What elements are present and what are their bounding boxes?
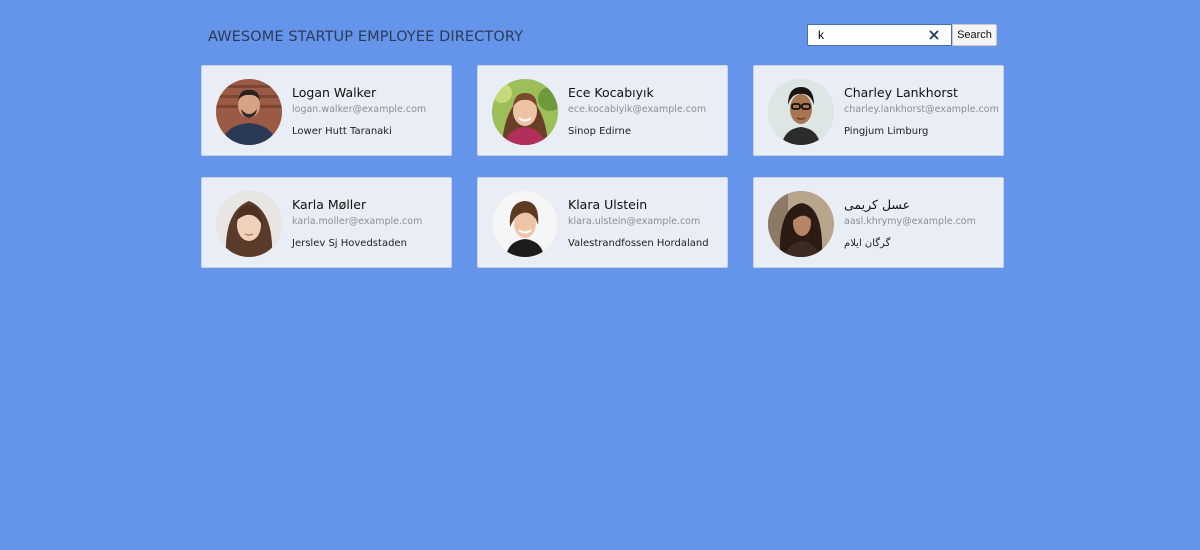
employee-email: klara.ulstein@example.com bbox=[568, 216, 701, 227]
employee-card[interactable]: Logan Walker logan.walker@example.com Lo… bbox=[201, 65, 452, 156]
employee-location: Valestrandfossen Hordaland bbox=[568, 238, 709, 249]
employee-name: Ece Kocabıyık bbox=[568, 85, 654, 100]
employee-card[interactable]: Charley Lankhorst charley.lankhorst@exam… bbox=[753, 65, 1004, 156]
employee-email: ece.kocabiyik@example.com bbox=[568, 104, 707, 115]
employee-location: Pingjum Limburg bbox=[844, 126, 929, 137]
search-bar: Search bbox=[807, 24, 997, 46]
employee-email: logan.walker@example.com bbox=[292, 104, 427, 115]
employee-card[interactable]: عسل کریمی aasl.khrymy@example.com گرگان … bbox=[753, 177, 1004, 268]
employee-name: عسل کریمی bbox=[844, 197, 911, 212]
search-button[interactable]: Search bbox=[952, 24, 997, 46]
search-input-box bbox=[807, 24, 952, 46]
employee-name: Klara Ulstein bbox=[568, 197, 648, 212]
employee-card[interactable]: Karla Møller karla.moller@example.com Je… bbox=[201, 177, 452, 268]
avatar bbox=[216, 79, 282, 145]
employee-email: charley.lankhorst@example.com bbox=[844, 104, 999, 115]
employee-name: Logan Walker bbox=[292, 85, 377, 100]
employee-location: Sinop Edirne bbox=[568, 126, 631, 137]
employee-name: Charley Lankhorst bbox=[844, 85, 958, 100]
search-input[interactable] bbox=[808, 25, 926, 45]
employee-card[interactable]: Ece Kocabıyık ece.kocabiyik@example.com … bbox=[477, 65, 728, 156]
employee-location: Jerslev Sj Hovedstaden bbox=[292, 238, 407, 249]
employee-location: گرگان ایلام bbox=[844, 238, 891, 249]
employee-email: aasl.khrymy@example.com bbox=[844, 216, 976, 227]
avatar bbox=[768, 191, 834, 257]
avatar bbox=[768, 79, 834, 145]
employee-location: Lower Hutt Taranaki bbox=[292, 126, 392, 137]
avatar bbox=[492, 79, 558, 145]
clear-icon[interactable] bbox=[929, 28, 939, 42]
employee-card[interactable]: Klara Ulstein klara.ulstein@example.com … bbox=[477, 177, 728, 268]
employee-name: Karla Møller bbox=[292, 197, 367, 212]
avatar bbox=[492, 191, 558, 257]
avatar bbox=[216, 191, 282, 257]
employee-email: karla.moller@example.com bbox=[292, 216, 423, 227]
page-title: AWESOME STARTUP EMPLOYEE DIRECTORY bbox=[208, 29, 524, 45]
